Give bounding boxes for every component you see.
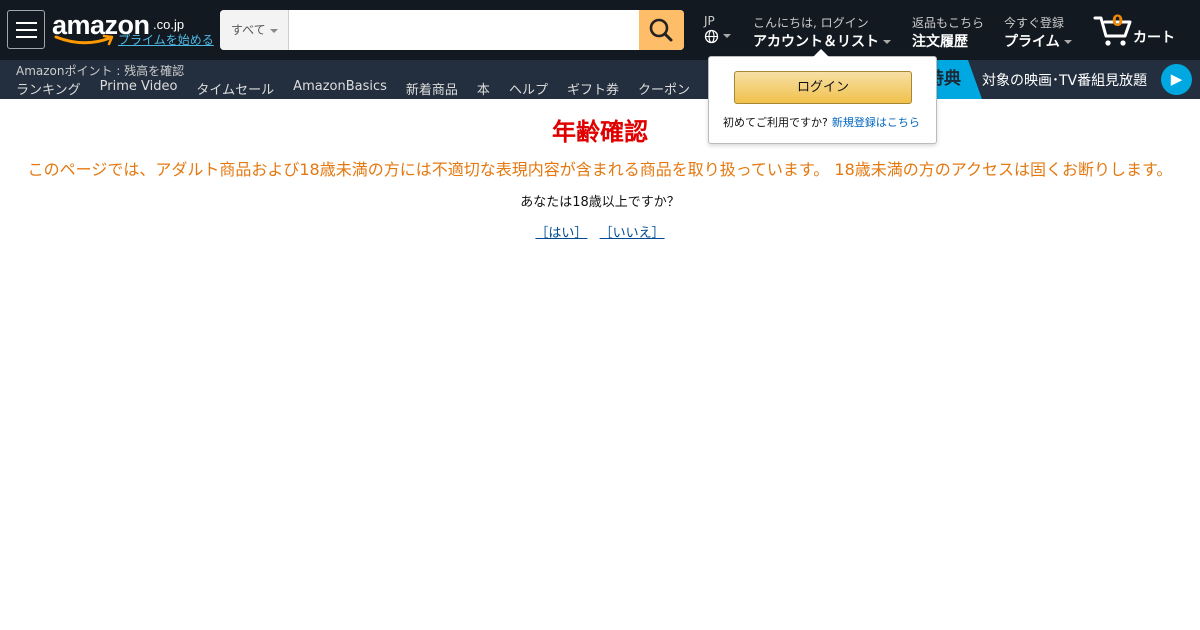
orders-subtitle: 返品もこちら <box>912 16 985 30</box>
sub-navigation-links: ランキング Prime Video タイムセール AmazonBasics 新着… <box>16 79 690 98</box>
nav-link-time-sale[interactable]: タイムセール <box>196 79 274 98</box>
smile-icon <box>54 34 114 46</box>
prime-video-promo-banner[interactable]: 特典 対象の映画･TV番組見放題 ▶ <box>920 60 1200 99</box>
search-icon <box>649 18 673 42</box>
chevron-down-icon <box>723 34 731 38</box>
page-title: 年齢確認 <box>552 118 648 146</box>
chevron-down-icon <box>883 40 891 44</box>
prime-subtitle: 今すぐ登録 <box>1004 16 1065 30</box>
flyout-pointer <box>813 49 829 57</box>
globe-icon <box>704 29 719 43</box>
login-button[interactable]: ログイン <box>734 71 912 104</box>
nav-link-prime-video[interactable]: Prime Video <box>100 79 178 98</box>
search-category-label: すべて <box>231 23 266 37</box>
prime-signup-link[interactable]: プライムを始める <box>118 31 214 48</box>
nav-link-ranking[interactable]: ランキング <box>16 79 81 98</box>
nav-link-coupons[interactable]: クーポン <box>638 79 690 98</box>
chevron-down-icon <box>1063 40 1072 44</box>
logo-domain: .co.jp <box>153 17 185 32</box>
age-warning-text: このページでは、アダルト商品および18歳未満の方には不適切な表現内容が含まれる商… <box>27 160 1173 179</box>
account-greeting: こんにちは, ログイン <box>753 16 869 30</box>
hamburger-icon <box>16 22 37 24</box>
no-link[interactable]: ［いいえ］ <box>600 226 665 241</box>
prime-menu[interactable]: 今すぐ登録 プライム <box>1004 14 1072 51</box>
amazon-points-link[interactable]: Amazonポイント : 残高を確認 <box>16 62 184 79</box>
language-selector[interactable]: JP <box>704 14 731 44</box>
nav-link-gift-cards[interactable]: ギフト券 <box>567 79 619 98</box>
cart-count: 0 <box>1112 11 1124 30</box>
nav-link-help[interactable]: ヘルプ <box>509 79 548 98</box>
prime-label: プライム <box>1004 34 1060 50</box>
yes-link[interactable]: ［はい］ <box>535 226 587 241</box>
hamburger-icon <box>16 36 37 38</box>
promo-text: 対象の映画･TV番組見放題 <box>982 73 1148 89</box>
search-category-dropdown[interactable]: すべて <box>220 10 289 50</box>
language-code: JP <box>704 14 715 28</box>
menu-button[interactable] <box>7 10 45 49</box>
play-icon: ▶ <box>1161 64 1192 95</box>
nav-link-amazonbasics[interactable]: AmazonBasics <box>293 79 387 98</box>
nav-link-new-arrivals[interactable]: 新着商品 <box>406 79 458 98</box>
search-button[interactable] <box>639 10 684 50</box>
search-input[interactable] <box>289 10 639 50</box>
age-question: あなたは18歳以上ですか？ <box>520 195 680 210</box>
hamburger-icon <box>16 29 37 31</box>
age-answer-links: ［はい］ ［いいえ］ <box>0 222 1200 241</box>
cart-button[interactable]: 0 カート <box>1093 10 1185 50</box>
cart-label: カート <box>1133 30 1175 46</box>
nav-link-books[interactable]: 本 <box>477 79 490 98</box>
account-menu[interactable]: こんにちは, ログイン アカウント＆リスト <box>753 14 891 51</box>
search-bar: すべて <box>220 10 684 50</box>
account-label: アカウント＆リスト <box>753 34 879 50</box>
chevron-down-icon <box>269 28 278 33</box>
orders-link[interactable]: 返品もこちら 注文履歴 <box>912 14 984 51</box>
orders-label: 注文履歴 <box>912 34 968 50</box>
amazon-logo[interactable]: amazon .co.jp プライムを始める <box>52 10 214 50</box>
